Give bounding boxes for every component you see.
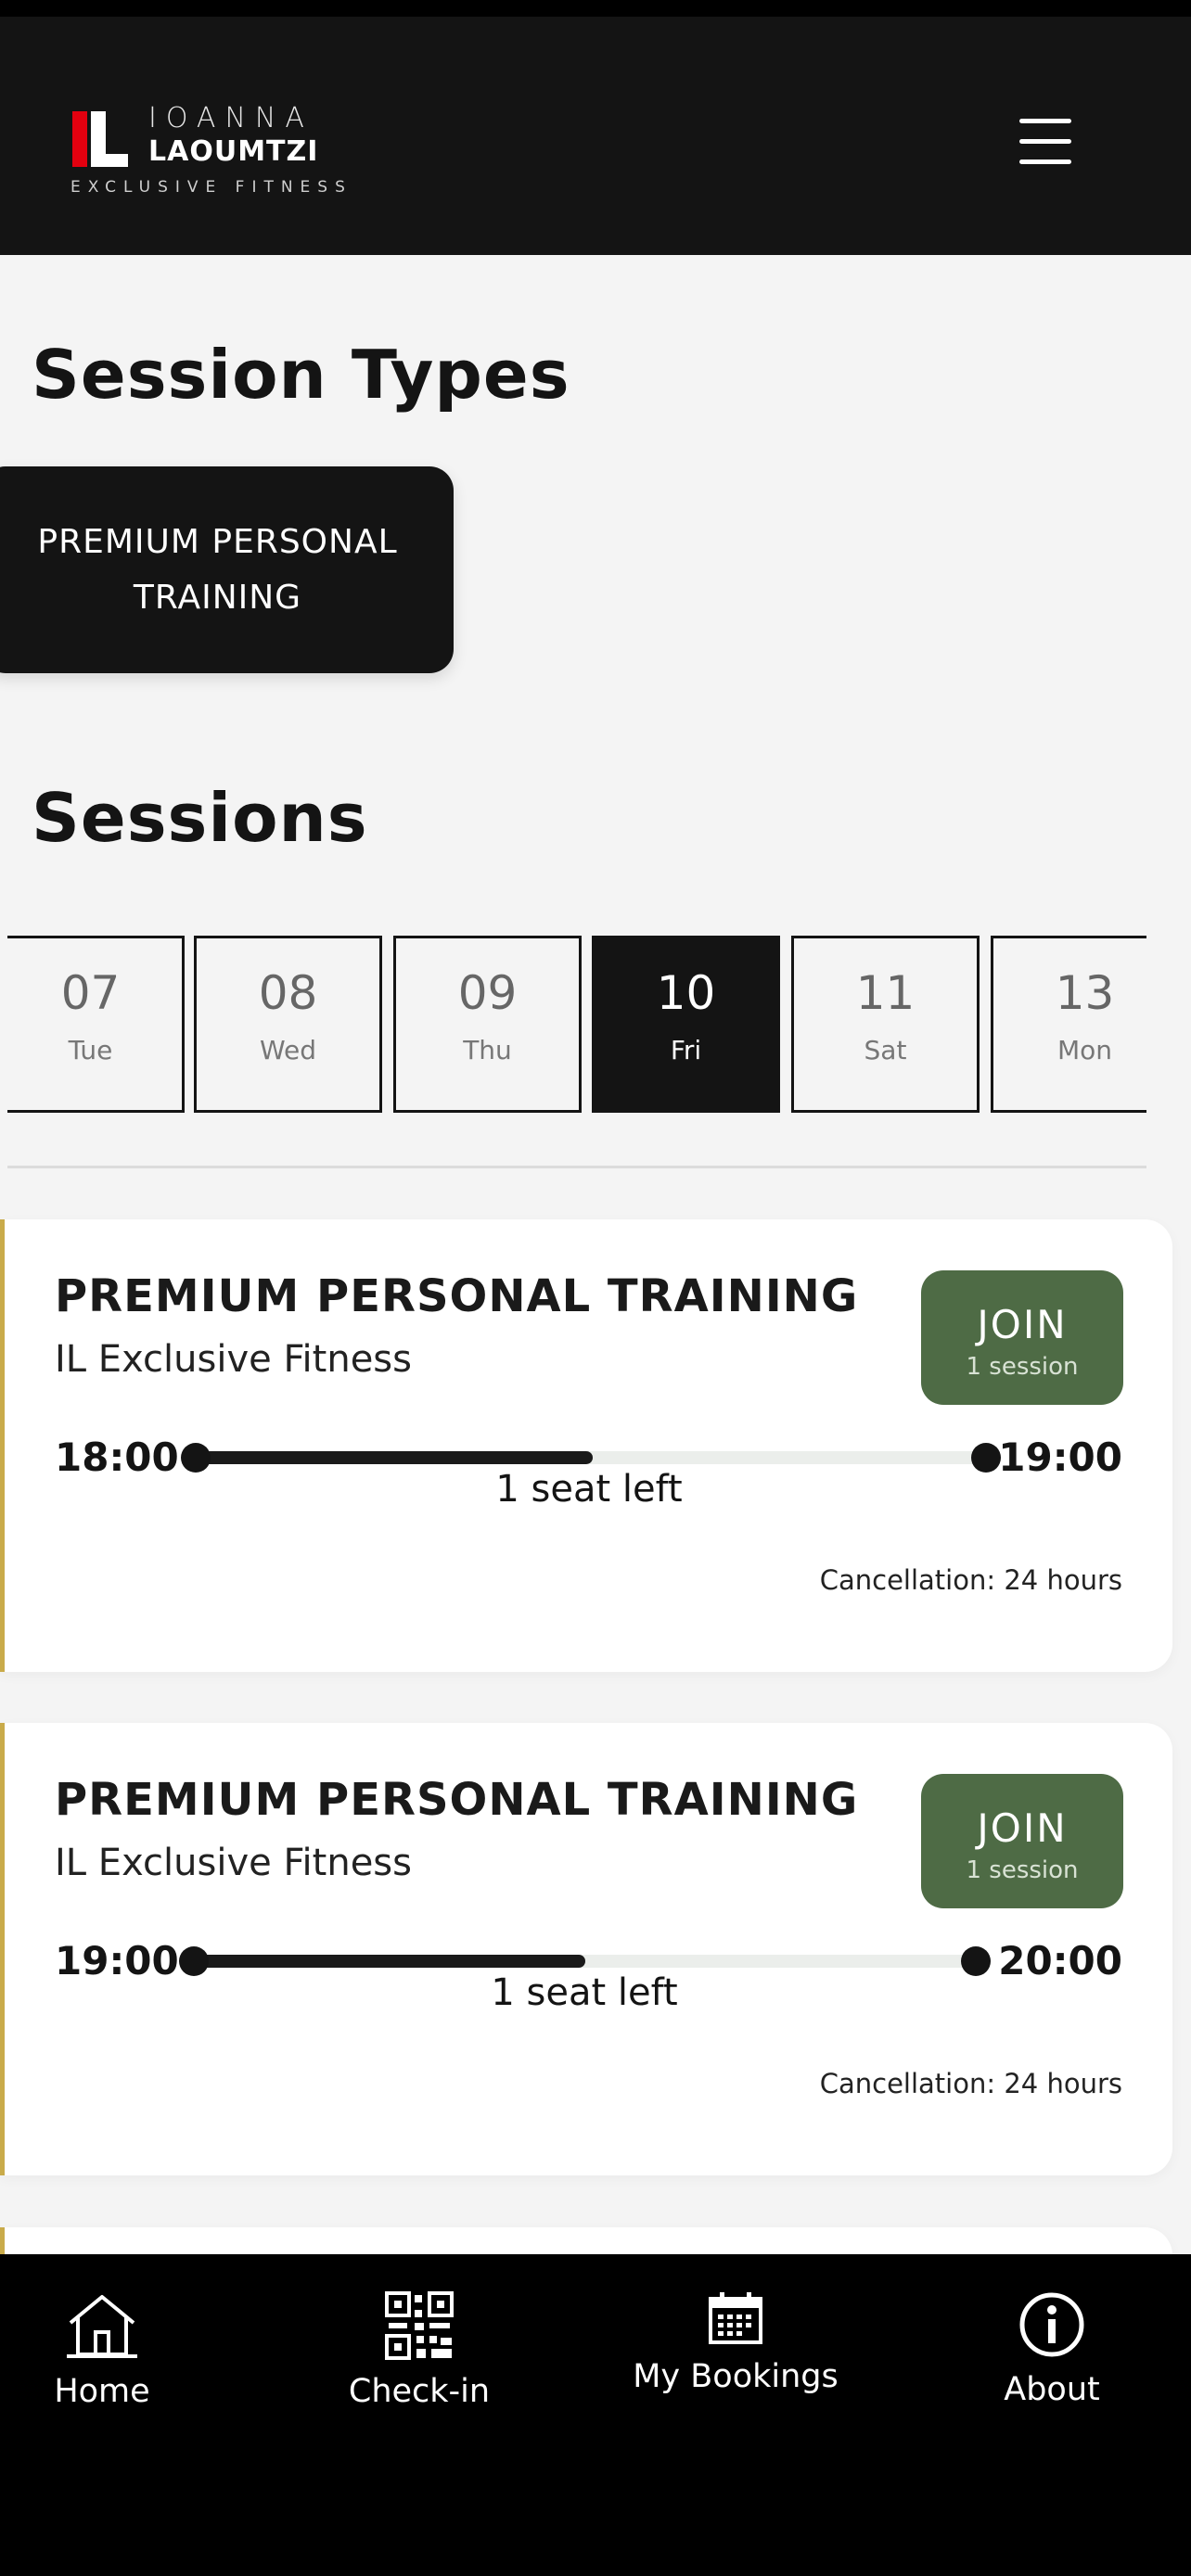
date-weekday: Fri [670,1035,702,1065]
join-button[interactable]: JOIN 1 session [921,1270,1123,1405]
session-title: PREMIUM PERSONAL TRAINING [55,1270,859,1322]
seat-progress-bar [194,1955,977,1968]
nav-checkin[interactable]: Check-in [299,2291,540,2410]
status-bar [0,0,1191,17]
nav-my-bookings-label: My Bookings [633,2358,839,2395]
date-weekday: Mon [1057,1035,1113,1065]
session-type-premium-personal-training[interactable]: PREMIUM PERSONAL TRAINING [0,466,454,673]
hamburger-menu-icon[interactable] [1013,119,1078,174]
date-number: 11 [855,966,916,1020]
date-tab[interactable]: 13 Mon [991,936,1146,1113]
seats-left: 1 seat left [491,1971,678,2014]
nav-checkin-label: Check-in [348,2373,491,2410]
bottom-navigation: Home Check-in My Bookings About [0,2254,1191,2576]
session-location: IL Exclusive Fitness [55,1338,412,1381]
session-title: PREMIUM PERSONAL TRAINING [55,1774,859,1826]
nav-home[interactable]: Home [0,2291,223,2410]
logo-mark-icon [72,111,128,167]
date-weekday: Thu [463,1035,512,1065]
calendar-icon [709,2292,762,2344]
nav-about-label: About [1004,2371,1100,2408]
date-number: 07 [60,966,121,1020]
join-label: JOIN [977,1805,1068,1851]
menu-bar [1019,159,1071,164]
brand-tagline: EXCLUSIVE FITNESS [70,178,352,197]
nav-about[interactable]: About [931,2291,1172,2408]
date-tab-selected[interactable]: 10 Fri [592,936,780,1113]
seat-progress-fill [196,1451,593,1464]
app-header: IOANNA LAOUMTZI EXCLUSIVE FITNESS [0,17,1191,255]
end-dot [961,1946,991,1976]
start-dot [179,1946,209,1976]
brand-name-first: IOANNA [148,102,314,134]
session-end-time: 19:00 [998,1435,1122,1480]
end-dot [971,1443,1001,1473]
seats-left: 1 seat left [495,1468,683,1511]
seat-progress-bar [196,1451,990,1464]
join-label: JOIN [977,1302,1068,1347]
date-number: 09 [457,966,518,1020]
date-weekday: Wed [259,1035,317,1065]
brand-logo[interactable]: IOANNA LAOUMTZI EXCLUSIVE FITNESS [70,93,345,197]
session-location: IL Exclusive Fitness [55,1842,412,1884]
date-number: 13 [1055,966,1115,1020]
session-types-title: Session Types [32,336,570,414]
session-card[interactable]: PREMIUM PERSONAL TRAINING IL Exclusive F… [0,1723,1172,2175]
cancellation-policy: Cancellation: 24 hours [819,1564,1122,1596]
join-button[interactable]: JOIN 1 session [921,1774,1123,1908]
date-weekday: Tue [68,1035,113,1065]
date-tab[interactable]: 07 Tue [7,936,185,1113]
date-number: 08 [258,966,318,1020]
session-start-time: 18:00 [55,1435,179,1480]
brand-name-last: LAOUMTZI [148,135,319,168]
menu-bar [1019,139,1071,144]
menu-bar [1019,119,1071,123]
date-weekday: Sat [864,1035,907,1065]
sessions-title: Sessions [32,779,368,857]
cancellation-policy: Cancellation: 24 hours [819,2068,1122,2099]
date-number: 10 [656,966,716,1020]
date-tab[interactable]: 11 Sat [791,936,980,1113]
info-icon [1019,2292,1084,2357]
date-tab[interactable]: 09 Thu [393,936,582,1113]
join-sublabel: 1 session [966,1353,1079,1381]
date-tab[interactable]: 08 Wed [194,936,382,1113]
nav-my-bookings[interactable]: My Bookings [615,2291,856,2395]
session-card[interactable]: PREMIUM PERSONAL TRAINING IL Exclusive F… [0,1219,1172,1672]
divider [7,1166,1146,1168]
session-start-time: 19:00 [55,1938,179,1983]
session-end-time: 20:00 [998,1938,1122,1983]
qr-code-icon [385,2291,454,2360]
join-sublabel: 1 session [966,1856,1079,1884]
start-dot [181,1443,211,1473]
nav-home-label: Home [54,2373,150,2410]
home-icon [67,2295,137,2358]
date-selector: 07 Tue 08 Wed 09 Thu 10 Fri 11 Sat 13 Mo… [7,936,1146,1113]
seat-progress-fill [194,1955,585,1968]
